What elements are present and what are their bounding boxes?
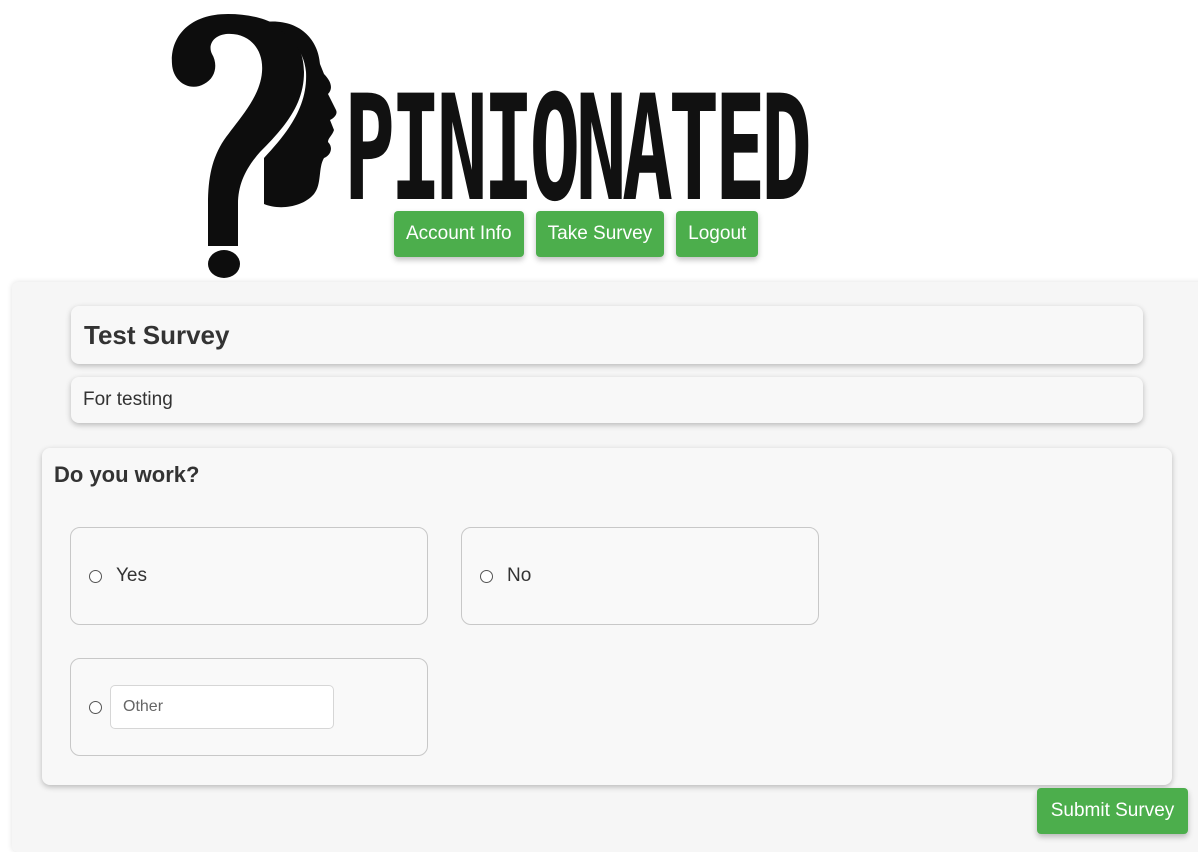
other-text-input[interactable] bbox=[110, 685, 334, 729]
radio-button[interactable] bbox=[89, 569, 102, 583]
option-label: No bbox=[507, 565, 532, 586]
top-nav: Account Info Take Survey Logout bbox=[394, 211, 759, 257]
submit-survey-button[interactable]: Submit Survey bbox=[1037, 788, 1188, 834]
survey-title: Test Survey bbox=[84, 320, 230, 350]
logout-button[interactable]: Logout bbox=[676, 211, 759, 257]
radio-button[interactable] bbox=[480, 569, 493, 583]
option-label: Yes bbox=[116, 565, 147, 586]
take-survey-button[interactable]: Take Survey bbox=[535, 211, 665, 257]
survey-title-card: Test Survey bbox=[71, 306, 1143, 364]
survey-description: For testing bbox=[71, 377, 1143, 423]
brand-wordmark: PINIONATED bbox=[344, 64, 812, 234]
account-info-button[interactable]: Account Info bbox=[394, 211, 524, 257]
radio-button[interactable] bbox=[89, 700, 102, 714]
option-other[interactable] bbox=[70, 658, 428, 756]
question-text: Do you work? bbox=[54, 462, 200, 487]
question-card: Do you work? Yes No bbox=[42, 448, 1172, 785]
option-yes[interactable]: Yes bbox=[70, 527, 428, 625]
option-no[interactable]: No bbox=[461, 527, 819, 625]
survey-panel: Test Survey For testing Do you work? Yes… bbox=[12, 282, 1198, 852]
